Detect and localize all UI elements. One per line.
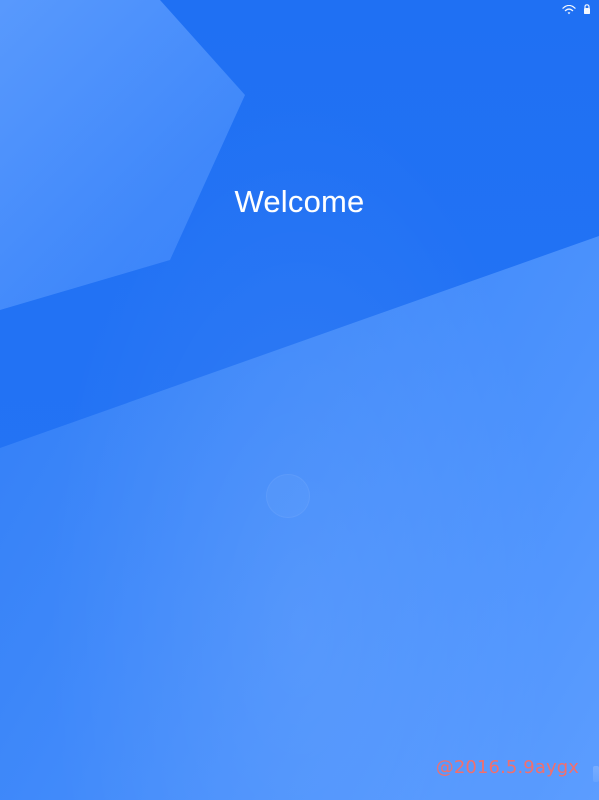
status-bar — [562, 4, 591, 15]
wifi-icon — [562, 4, 576, 15]
watermark-text: @2016.5.9aygx — [435, 757, 579, 778]
lock-icon — [583, 4, 591, 15]
welcome-title: Welcome — [234, 184, 365, 219]
corner-mark — [593, 766, 599, 782]
background-watermark-shape — [266, 474, 310, 518]
welcome-screen: Welcome @2016.5.9aygx — [0, 0, 599, 800]
